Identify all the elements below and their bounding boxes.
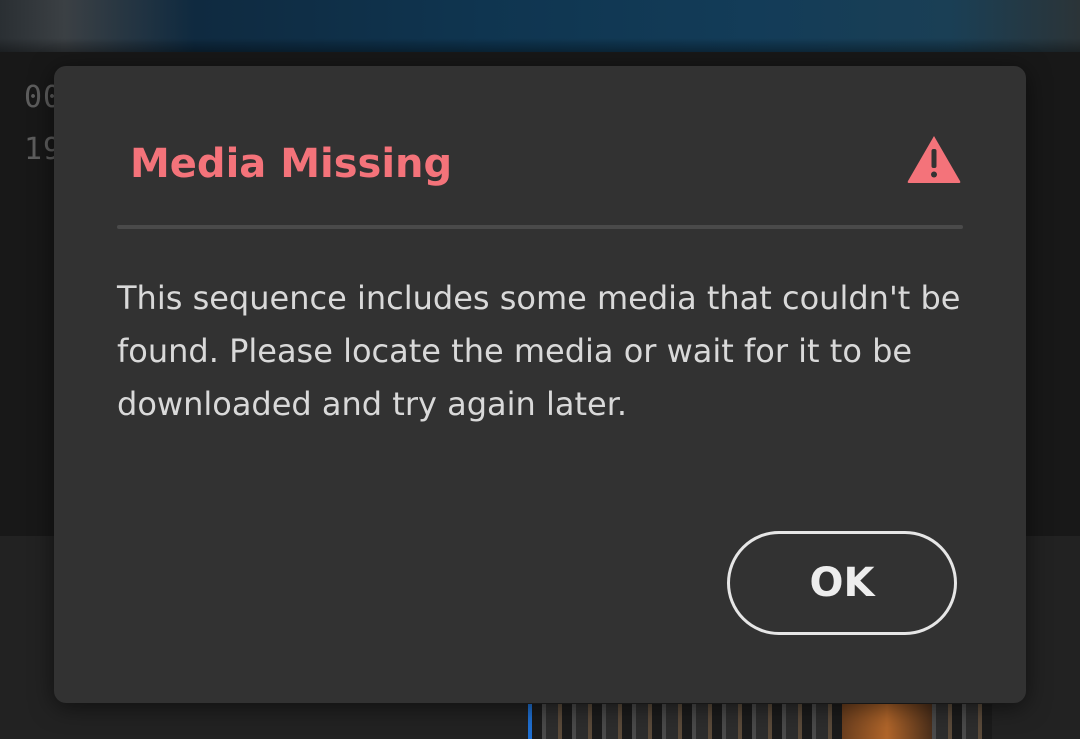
- ok-button[interactable]: OK: [727, 531, 957, 635]
- dialog-message: This sequence includes some media that c…: [117, 279, 961, 423]
- timeline-thumbnail: [842, 704, 932, 739]
- dialog-divider: [117, 225, 963, 229]
- video-preview: [0, 0, 1080, 52]
- alert-triangle-icon: [907, 136, 961, 183]
- app-screen: 00 19 Media Missing This sequence includ…: [0, 0, 1080, 739]
- dialog-title: Media Missing: [130, 141, 453, 187]
- media-missing-dialog: Media Missing This sequence includes som…: [54, 66, 1026, 703]
- timeline-thumbnail-strip: [528, 704, 992, 739]
